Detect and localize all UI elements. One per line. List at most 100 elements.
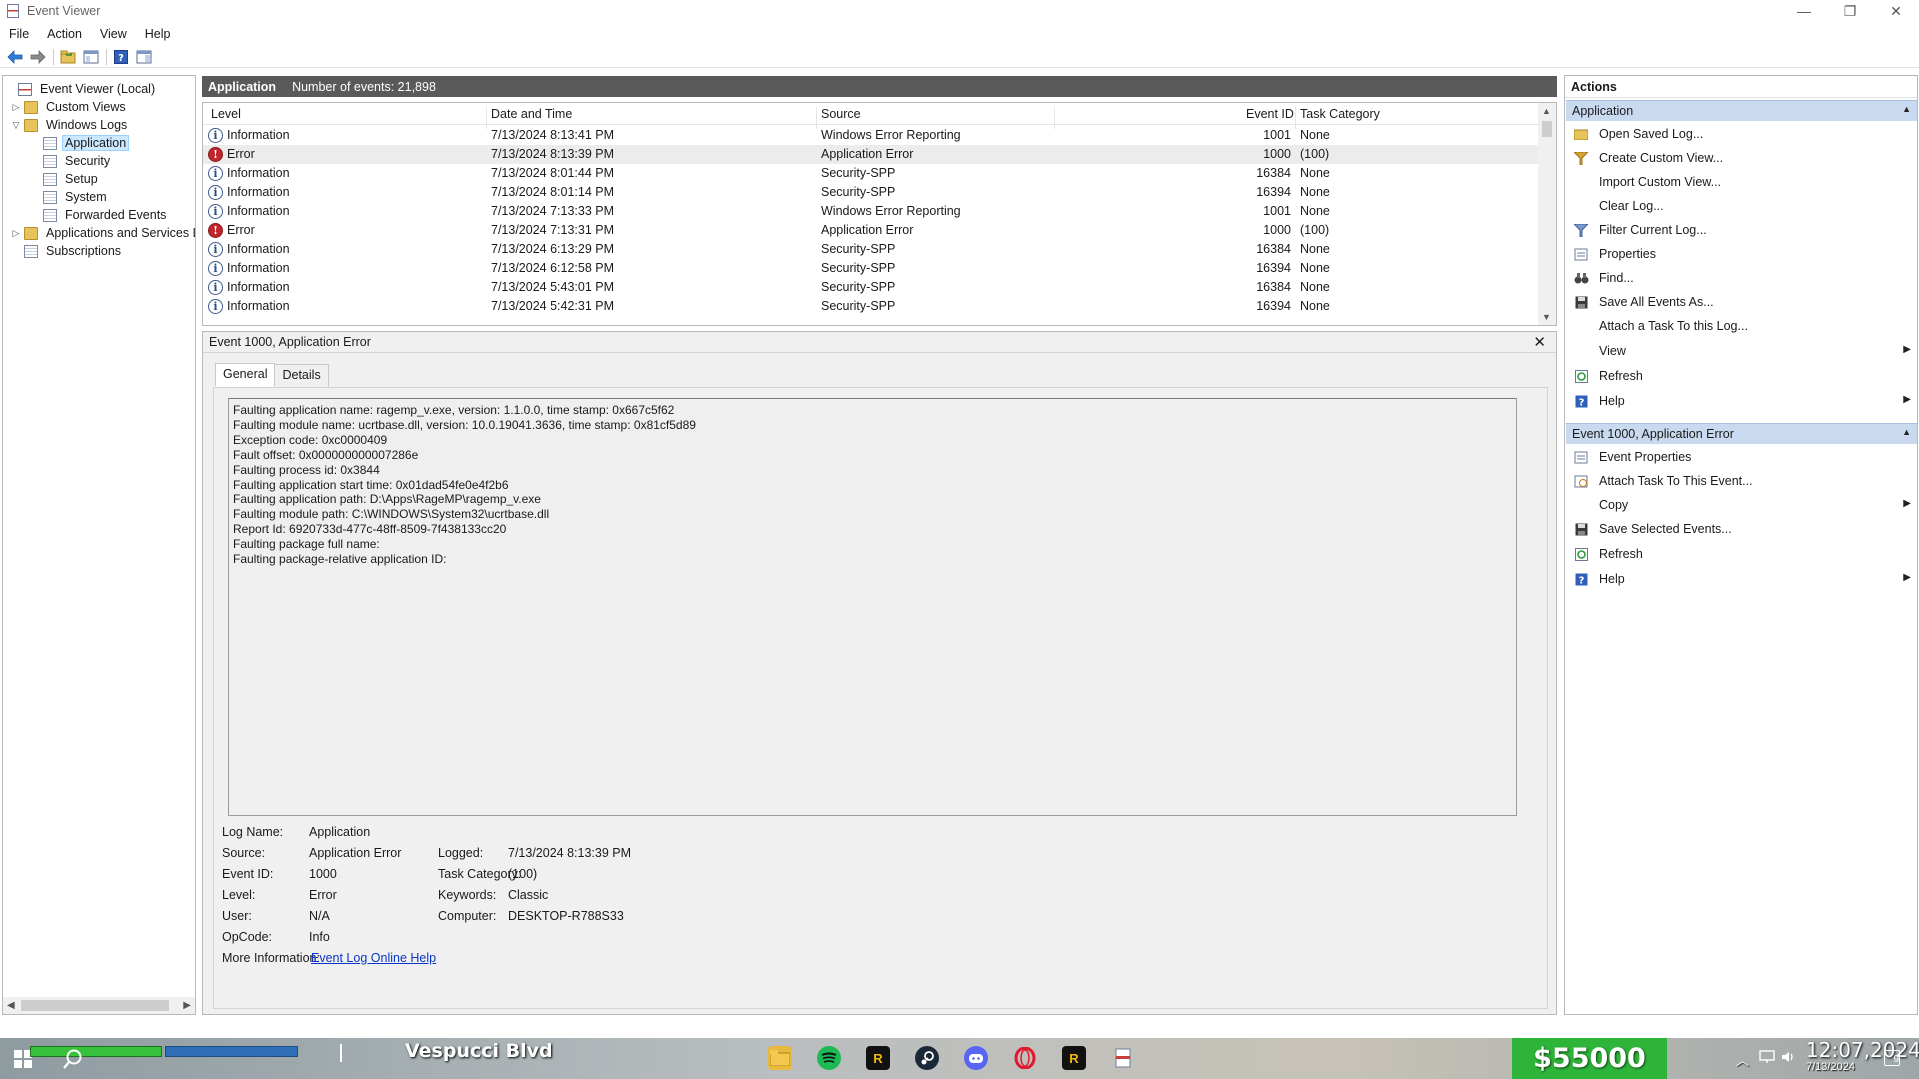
event-row[interactable]: i Information 7/13/2024 6:13:29 PM Security… — [203, 240, 1538, 259]
event-category: None — [1300, 261, 1330, 275]
chevron-up-icon[interactable]: ︿ — [1736, 1050, 1749, 1069]
notification-center-icon[interactable]: 9 — [1884, 1050, 1900, 1066]
action-view[interactable]: View ▶ — [1566, 341, 1917, 361]
show-pane-icon[interactable] — [133, 47, 155, 67]
event-row[interactable]: i Information 7/13/2024 5:42:31 PM Security… — [203, 297, 1538, 316]
opera-icon[interactable] — [1013, 1046, 1037, 1070]
tree-item-system[interactable]: System — [43, 188, 110, 206]
action-refresh-event[interactable]: Refresh — [1566, 544, 1917, 564]
tree-item-forwarded-events[interactable]: Forwarded Events — [43, 206, 169, 224]
discord-icon[interactable] — [964, 1046, 988, 1070]
tree-horizontal-scrollbar[interactable]: ◀ ▶ — [3, 997, 195, 1014]
scrollbar-thumb[interactable] — [21, 1000, 169, 1011]
tree-item-security[interactable]: Security — [43, 152, 113, 170]
event-log-online-help-link[interactable]: Event Log Online Help — [311, 951, 436, 965]
event-row[interactable]: i Information 7/13/2024 6:12:58 PM Security… — [203, 259, 1538, 278]
chevron-right-icon[interactable]: ▷ — [11, 228, 21, 239]
information-icon: i — [208, 128, 223, 143]
forward-arrow-icon[interactable] — [27, 47, 49, 67]
event-row-partial[interactable] — [203, 316, 1538, 322]
event-row[interactable]: i Information 7/13/2024 8:01:14 PM Security… — [203, 183, 1538, 202]
tree-item-apps-services[interactable]: ▷ Applications and Services Lo — [11, 224, 195, 242]
scroll-left-icon[interactable]: ◀ — [7, 1000, 15, 1011]
tree-item-application[interactable]: Application — [43, 134, 130, 152]
tab-general[interactable]: General — [215, 363, 276, 387]
event-date: 7/13/2024 8:13:39 PM — [491, 147, 615, 161]
action-copy[interactable]: Copy ▶ — [1566, 495, 1917, 515]
column-date[interactable]: Date and Time — [491, 107, 572, 121]
tree-item-root[interactable]: Event Viewer (Local) — [5, 80, 158, 98]
event-id: 16394 — [1256, 185, 1291, 199]
close-window-button[interactable]: ✕ — [1873, 0, 1919, 22]
source-value: Application Error — [309, 846, 402, 860]
scroll-up-icon[interactable]: ▲ — [1542, 106, 1551, 116]
menu-help[interactable]: Help — [136, 27, 180, 41]
action-save-selected-events[interactable]: Save Selected Events... — [1566, 519, 1917, 539]
tree-item-custom-views[interactable]: ▷ Custom Views — [11, 98, 129, 116]
action-clear-log[interactable]: Clear Log... — [1566, 196, 1917, 216]
event-viewer-taskbar-icon[interactable] — [1111, 1046, 1135, 1070]
action-open-saved-log[interactable]: Open Saved Log... — [1566, 124, 1917, 144]
event-description[interactable]: Faulting application name: ragemp_v.exe,… — [228, 398, 1517, 816]
event-row[interactable]: i Information 7/13/2024 8:01:44 PM Security… — [203, 164, 1538, 183]
tree-item-windows-logs[interactable]: ▽ Windows Logs — [11, 116, 130, 134]
tree-item-setup[interactable]: Setup — [43, 170, 101, 188]
tab-details[interactable]: Details — [274, 364, 329, 388]
rockstar-launcher-icon[interactable]: R — [866, 1046, 890, 1070]
action-filter-current-log[interactable]: Filter Current Log... — [1566, 220, 1917, 240]
event-row[interactable]: i Information 7/13/2024 8:13:41 PM Windows … — [203, 126, 1538, 145]
event-row[interactable]: i Information 7/13/2024 5:43:01 PM Security… — [203, 278, 1538, 297]
column-task-category[interactable]: Task Category — [1300, 107, 1380, 121]
action-import-custom-view[interactable]: Import Custom View... — [1566, 172, 1917, 192]
open-folder-icon[interactable] — [57, 47, 79, 67]
event-row[interactable]: ! Error 7/13/2024 7:13:31 PM Application Er… — [203, 221, 1538, 240]
help-icon[interactable]: ? — [110, 47, 132, 67]
console-tree-icon[interactable] — [80, 47, 102, 67]
event-row[interactable]: ! Error 7/13/2024 8:13:39 PM Application Er… — [203, 145, 1538, 164]
column-level[interactable]: Level — [211, 107, 241, 121]
scroll-right-icon[interactable]: ▶ — [183, 1000, 191, 1011]
tree-item-subscriptions[interactable]: Subscriptions — [11, 242, 124, 260]
search-icon[interactable] — [62, 1048, 84, 1073]
column-source[interactable]: Source — [821, 107, 861, 121]
volume-icon[interactable] — [1781, 1050, 1797, 1067]
action-create-custom-view[interactable]: Create Custom View... — [1566, 148, 1917, 168]
description-line: Exception code: 0xc0000409 — [233, 432, 388, 447]
restore-button[interactable]: ❐ — [1827, 0, 1873, 22]
chevron-down-icon[interactable]: ▽ — [11, 120, 21, 131]
close-icon[interactable]: ✕ — [1533, 333, 1546, 351]
menu-view[interactable]: View — [91, 27, 136, 41]
minimize-button[interactable]: — — [1781, 0, 1827, 22]
action-help-event[interactable]: ? Help ▶ — [1566, 569, 1917, 589]
actions-section-event[interactable]: Event 1000, Application Error ▲ — [1566, 423, 1917, 444]
collapse-icon[interactable]: ▲ — [1902, 104, 1911, 114]
scrollbar-thumb[interactable] — [1542, 121, 1552, 137]
steam-icon[interactable] — [915, 1046, 939, 1070]
system-date[interactable]: 7/13/2024 — [1806, 1061, 1855, 1073]
tree-label: System — [65, 190, 107, 204]
event-row[interactable]: i Information 7/13/2024 7:13:33 PM Windows … — [203, 202, 1538, 221]
action-properties[interactable]: Properties — [1566, 244, 1917, 264]
event-list-vertical-scrollbar[interactable]: ▲ ▼ — [1538, 103, 1556, 325]
ragemp-icon[interactable]: R — [1062, 1046, 1086, 1070]
file-explorer-icon[interactable] — [768, 1046, 792, 1070]
menu-action[interactable]: Action — [38, 27, 91, 41]
event-date: 7/13/2024 8:13:41 PM — [491, 128, 615, 142]
actions-section-application[interactable]: Application ▲ — [1566, 100, 1917, 121]
action-event-properties[interactable]: Event Properties — [1566, 447, 1917, 467]
chevron-right-icon[interactable]: ▷ — [11, 102, 21, 113]
network-icon[interactable] — [1759, 1050, 1775, 1067]
action-refresh[interactable]: Refresh — [1566, 366, 1917, 386]
action-find[interactable]: Find... — [1566, 268, 1917, 288]
column-event-id[interactable]: Event ID — [1246, 107, 1294, 121]
action-help[interactable]: ? Help ▶ — [1566, 391, 1917, 411]
action-attach-task-to-event[interactable]: Attach Task To This Event... — [1566, 471, 1917, 491]
spotify-icon[interactable] — [817, 1046, 841, 1070]
collapse-icon[interactable]: ▲ — [1902, 427, 1911, 437]
tree-label: Subscriptions — [46, 244, 122, 258]
action-save-all-events[interactable]: Save All Events As... — [1566, 292, 1917, 312]
back-arrow-icon[interactable] — [4, 47, 26, 67]
menu-file[interactable]: File — [0, 27, 38, 41]
scroll-down-icon[interactable]: ▼ — [1542, 312, 1551, 322]
action-attach-task-to-log[interactable]: Attach a Task To this Log... — [1566, 316, 1917, 336]
